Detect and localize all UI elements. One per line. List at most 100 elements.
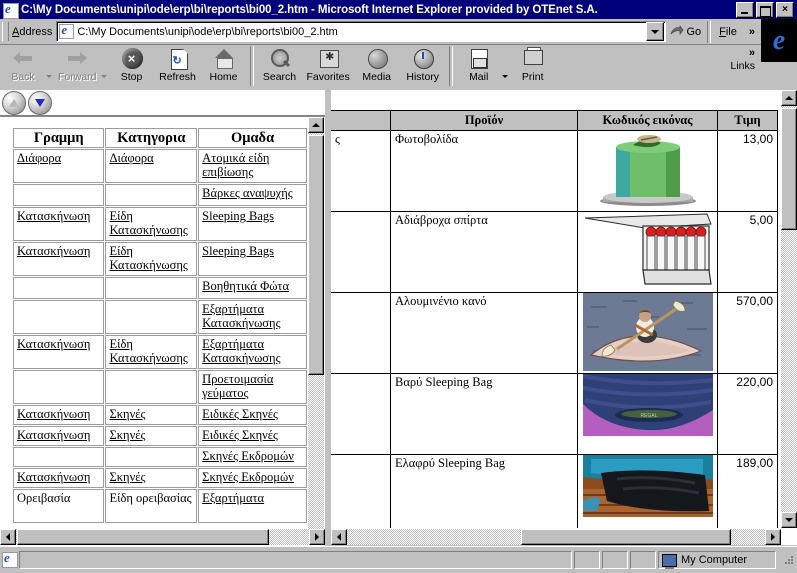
security-zone-panel[interactable]: My Computer [658, 551, 776, 569]
link-grammi[interactable]: Διάφορα [17, 151, 61, 165]
cell-omada[interactable]: Εξαρτήματα Κατασκήνωσης [198, 335, 307, 369]
cell-omada[interactable]: Προετοιμασία γεύματος [198, 370, 307, 404]
link-omada[interactable]: Ατομικά είδη επιβίωσης [202, 151, 269, 179]
cell-katigoria[interactable]: Είδη Κατασκήνωσης [105, 335, 198, 369]
toolbar-button-print[interactable]: Print [510, 45, 556, 83]
menu-overflow-chevron-icon[interactable]: » [745, 26, 759, 38]
cell-omada[interactable]: Sleeping Bags [198, 242, 307, 276]
toolbar-button-mail[interactable]: Mail [456, 45, 502, 83]
link-katigoria[interactable]: Σκηνές [109, 470, 145, 484]
link-grammi[interactable]: Κατασκήνωση [17, 407, 90, 421]
link-omada[interactable]: Sleeping Bags [202, 209, 274, 223]
toolbar-button-stop[interactable]: × Stop [109, 45, 155, 83]
link-omada[interactable]: Ειδικές Σκηνές [202, 428, 278, 442]
link-grammi[interactable]: Κατασκήνωση [17, 244, 90, 258]
link-omada[interactable]: Σκηνές Εκδρομών [202, 470, 294, 484]
address-input[interactable]: C:\My Documents\unipi\ode\erp\bi\reports… [56, 21, 667, 42]
cell-katigoria[interactable]: Σκηνές [105, 468, 198, 488]
mail-dropdown-icon[interactable] [501, 75, 508, 78]
scrollbar-down-button[interactable] [781, 512, 797, 528]
minimize-button[interactable] [736, 1, 754, 18]
cell-omada[interactable]: Sleeping Bags [198, 207, 307, 241]
toolbar-button-forward[interactable]: Forward [54, 45, 101, 83]
scroll-up-circle-icon[interactable] [2, 90, 26, 115]
cell-omada[interactable]: Σκηνές Εκδρομών [198, 447, 307, 467]
toolbar-button-favorites[interactable]: ✱ Favorites [303, 45, 354, 83]
left-frame-vertical-scrollbar[interactable] [308, 117, 324, 545]
links-bar[interactable]: » Links [726, 45, 761, 72]
cell-price: 13,00 [717, 130, 778, 212]
forward-dropdown-icon[interactable] [100, 75, 107, 78]
link-katigoria[interactable]: Σκηνές [109, 407, 145, 421]
cell-katigoria[interactable]: Σκηνές [105, 405, 198, 425]
cell-grammi[interactable]: Διάφορα [13, 149, 105, 183]
table-row: Σκηνές Εκδρομών [13, 447, 307, 467]
link-omada[interactable]: Εξαρτήματα Κατασκήνωσης [202, 337, 280, 365]
right-frame-horizontal-scrollbar[interactable] [331, 529, 781, 545]
cell-katigoria[interactable]: Σκηνές [105, 426, 198, 446]
cell-grammi[interactable]: Κατασκήνωση [13, 207, 105, 241]
link-grammi[interactable]: Κατασκήνωση [17, 337, 90, 351]
link-katigoria[interactable]: Είδη Κατασκήνωσης [109, 209, 187, 237]
link-grammi[interactable]: Κατασκήνωση [17, 470, 90, 484]
restore-button[interactable] [756, 1, 774, 18]
toolbar-button-back[interactable]: Back [0, 45, 46, 83]
link-omada[interactable]: Βάρκες αναψυχής [202, 186, 293, 200]
toolbar-button-media[interactable]: Media [354, 45, 400, 83]
window-resize-grip[interactable] [779, 552, 795, 568]
go-button[interactable]: Go [666, 25, 707, 38]
scrollbar-right-button[interactable] [309, 529, 325, 545]
cell-grammi[interactable]: Κατασκήνωση [13, 242, 105, 276]
cell-omada[interactable]: Ειδικές Σκηνές [198, 426, 307, 446]
cell-omada[interactable]: Βοηθητικά Φώτα [198, 277, 307, 299]
link-omada[interactable]: Ειδικές Σκηνές [202, 407, 278, 421]
cell-grammi[interactable]: Κατασκήνωση [13, 426, 105, 446]
scrollbar-thumb[interactable] [781, 108, 797, 230]
cell-katigoria[interactable]: Διάφορα [105, 149, 198, 183]
link-katigoria[interactable]: Είδη Κατασκήνωσης [109, 337, 187, 365]
toolbar-button-history[interactable]: History [400, 45, 446, 83]
cell-omada[interactable]: Ειδικές Σκηνές [198, 405, 307, 425]
toolbar-button-refresh[interactable]: ↻ Refresh [155, 45, 201, 83]
toolbar-grip[interactable] [2, 22, 9, 41]
cell-katigoria[interactable]: Είδη Κατασκήνωσης [105, 242, 198, 276]
close-button[interactable]: × [776, 1, 794, 18]
left-frame-horizontal-scrollbar[interactable] [0, 529, 325, 545]
scrollbar-thumb[interactable] [521, 529, 731, 545]
back-dropdown-icon[interactable] [46, 75, 52, 78]
toolbar-overflow-chevron-icon[interactable]: » [749, 47, 755, 59]
cell-grammi[interactable]: Κατασκήνωση [13, 335, 105, 369]
cell-katigoria[interactable]: Είδη Κατασκήνωσης [105, 207, 198, 241]
link-omada[interactable]: Προετοιμασία γεύματος [202, 372, 273, 400]
link-omada[interactable]: Εξαρτήματα [202, 491, 264, 505]
scrollbar-thumb[interactable] [308, 135, 324, 375]
link-omada[interactable]: Σκηνές Εκδρομών [202, 449, 294, 463]
cell-omada[interactable]: Εξαρτήματα [198, 489, 307, 523]
cell-omada[interactable]: Εξαρτήματα Κατασκήνωσης [198, 300, 307, 334]
toolbar-button-home[interactable]: Home [201, 45, 247, 83]
scroll-down-circle-icon[interactable] [28, 90, 52, 115]
right-frame-vertical-scrollbar[interactable] [781, 90, 797, 528]
cell-omada[interactable]: Σκηνές Εκδρομών [198, 468, 307, 488]
link-katigoria[interactable]: Είδη Κατασκήνωσης [109, 244, 187, 272]
toolbar-button-search[interactable]: Search [257, 45, 303, 83]
file-menu-button[interactable]: File [711, 26, 745, 38]
link-omada[interactable]: Sleeping Bags [202, 244, 274, 258]
cell-omada[interactable]: Ατομικά είδη επιβίωσης [198, 149, 307, 183]
link-grammi[interactable]: Κατασκήνωση [17, 209, 90, 223]
cell-grammi[interactable]: Κατασκήνωση [13, 468, 105, 488]
link-omada[interactable]: Βοηθητικά Φώτα [202, 279, 289, 293]
link-katigoria[interactable]: Διάφορα [109, 151, 153, 165]
cell-grammi[interactable]: Κατασκήνωση [13, 405, 105, 425]
scrollbar-up-button[interactable] [308, 117, 324, 133]
scrollbar-left-button[interactable] [0, 529, 16, 545]
cell-omada[interactable]: Βάρκες αναψυχής [198, 184, 307, 206]
address-dropdown-button[interactable] [646, 22, 665, 41]
link-omada[interactable]: Εξαρτήματα Κατασκήνωσης [202, 302, 280, 330]
scrollbar-up-button[interactable] [781, 90, 797, 106]
link-katigoria[interactable]: Σκηνές [109, 428, 145, 442]
scrollbar-right-button[interactable] [765, 529, 781, 545]
scrollbar-thumb[interactable] [17, 529, 269, 545]
link-grammi[interactable]: Κατασκήνωση [17, 428, 90, 442]
scrollbar-left-button[interactable] [331, 529, 347, 545]
